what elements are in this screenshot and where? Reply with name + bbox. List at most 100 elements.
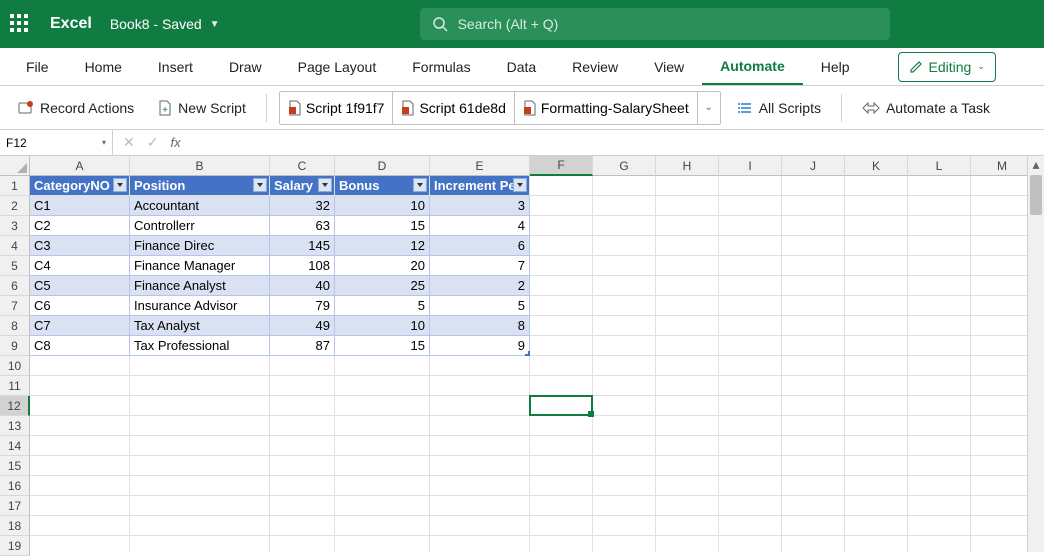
cell[interactable]: [845, 256, 908, 276]
cell[interactable]: [335, 436, 430, 456]
cell[interactable]: [30, 376, 130, 396]
tab-file[interactable]: File: [8, 48, 67, 85]
cell[interactable]: [845, 276, 908, 296]
cell[interactable]: 108: [270, 256, 335, 276]
cell[interactable]: [719, 176, 782, 196]
cell[interactable]: [593, 456, 656, 476]
cell[interactable]: [130, 536, 270, 552]
cell[interactable]: [971, 236, 1034, 256]
column-header-M[interactable]: M: [971, 156, 1034, 176]
cell[interactable]: [845, 436, 908, 456]
cell[interactable]: [335, 476, 430, 496]
cell[interactable]: [845, 396, 908, 416]
script-item-1[interactable]: Script 61de8d: [393, 92, 514, 124]
column-header-C[interactable]: C: [270, 156, 335, 176]
cell[interactable]: [782, 196, 845, 216]
cell[interactable]: [845, 476, 908, 496]
cell[interactable]: [845, 416, 908, 436]
cell[interactable]: 5: [335, 296, 430, 316]
tab-help[interactable]: Help: [803, 48, 868, 85]
cell[interactable]: [270, 496, 335, 516]
cell[interactable]: 25: [335, 276, 430, 296]
cell[interactable]: 63: [270, 216, 335, 236]
cell[interactable]: [430, 476, 530, 496]
cell[interactable]: [656, 396, 719, 416]
cell[interactable]: [782, 456, 845, 476]
cell[interactable]: [530, 336, 593, 356]
cell[interactable]: [593, 256, 656, 276]
cell[interactable]: [530, 416, 593, 436]
cell[interactable]: [530, 276, 593, 296]
cell[interactable]: [270, 536, 335, 552]
script-gallery-dropdown[interactable]: ⌄: [698, 92, 720, 124]
cell[interactable]: 32: [270, 196, 335, 216]
cell[interactable]: [719, 376, 782, 396]
script-item-0[interactable]: Script 1f91f7: [280, 92, 394, 124]
cell[interactable]: [908, 396, 971, 416]
cell[interactable]: [270, 516, 335, 536]
cell[interactable]: [971, 436, 1034, 456]
cell[interactable]: [430, 516, 530, 536]
cancel-icon[interactable]: ✕: [123, 134, 135, 151]
cell[interactable]: C6: [30, 296, 130, 316]
cell[interactable]: [845, 516, 908, 536]
cell[interactable]: [593, 336, 656, 356]
cell[interactable]: [719, 236, 782, 256]
cell[interactable]: [530, 236, 593, 256]
tab-draw[interactable]: Draw: [211, 48, 280, 85]
cell[interactable]: [30, 496, 130, 516]
cell[interactable]: [656, 516, 719, 536]
vertical-scrollbar[interactable]: ▴: [1027, 156, 1044, 552]
cell[interactable]: Tax Analyst: [130, 316, 270, 336]
cell[interactable]: [845, 236, 908, 256]
cell[interactable]: [782, 496, 845, 516]
cell[interactable]: [908, 256, 971, 276]
cell[interactable]: [719, 416, 782, 436]
cell[interactable]: [530, 296, 593, 316]
table-header[interactable]: Salary: [270, 176, 335, 196]
cell[interactable]: [845, 336, 908, 356]
filter-dropdown-button[interactable]: [318, 178, 332, 192]
cell[interactable]: [656, 356, 719, 376]
script-item-2[interactable]: Formatting-SalarySheet: [515, 92, 698, 124]
cell[interactable]: [908, 496, 971, 516]
row-header-5[interactable]: 5: [0, 256, 30, 276]
cell[interactable]: C2: [30, 216, 130, 236]
row-header-10[interactable]: 10: [0, 356, 30, 376]
cell[interactable]: [656, 476, 719, 496]
all-scripts-button[interactable]: All Scripts: [729, 96, 829, 120]
cell[interactable]: [593, 276, 656, 296]
cell[interactable]: [30, 516, 130, 536]
filter-dropdown-button[interactable]: [513, 178, 527, 192]
cell[interactable]: [130, 416, 270, 436]
cell[interactable]: [845, 356, 908, 376]
cell[interactable]: [270, 476, 335, 496]
app-launcher-icon[interactable]: [10, 14, 30, 34]
cell[interactable]: [908, 236, 971, 256]
cell[interactable]: C1: [30, 196, 130, 216]
cell[interactable]: [908, 196, 971, 216]
cell[interactable]: [845, 216, 908, 236]
cell[interactable]: [30, 436, 130, 456]
cell[interactable]: [530, 516, 593, 536]
cell[interactable]: [30, 476, 130, 496]
cell[interactable]: [782, 396, 845, 416]
cells-area[interactable]: CategoryNOPositionSalaryBonusIncrement P…: [30, 176, 1044, 552]
cell[interactable]: [719, 336, 782, 356]
cell[interactable]: 4: [430, 216, 530, 236]
cell[interactable]: [593, 296, 656, 316]
column-header-F[interactable]: F: [530, 156, 593, 176]
cell[interactable]: [971, 516, 1034, 536]
cell[interactable]: [270, 396, 335, 416]
cell[interactable]: [656, 536, 719, 552]
cell[interactable]: [719, 296, 782, 316]
cell[interactable]: [593, 376, 656, 396]
select-all-corner[interactable]: [0, 156, 30, 176]
cell[interactable]: 20: [335, 256, 430, 276]
cell[interactable]: [908, 316, 971, 336]
cell[interactable]: [530, 376, 593, 396]
cell[interactable]: [656, 236, 719, 256]
cell[interactable]: [908, 276, 971, 296]
cell[interactable]: [719, 196, 782, 216]
cell[interactable]: [971, 216, 1034, 236]
